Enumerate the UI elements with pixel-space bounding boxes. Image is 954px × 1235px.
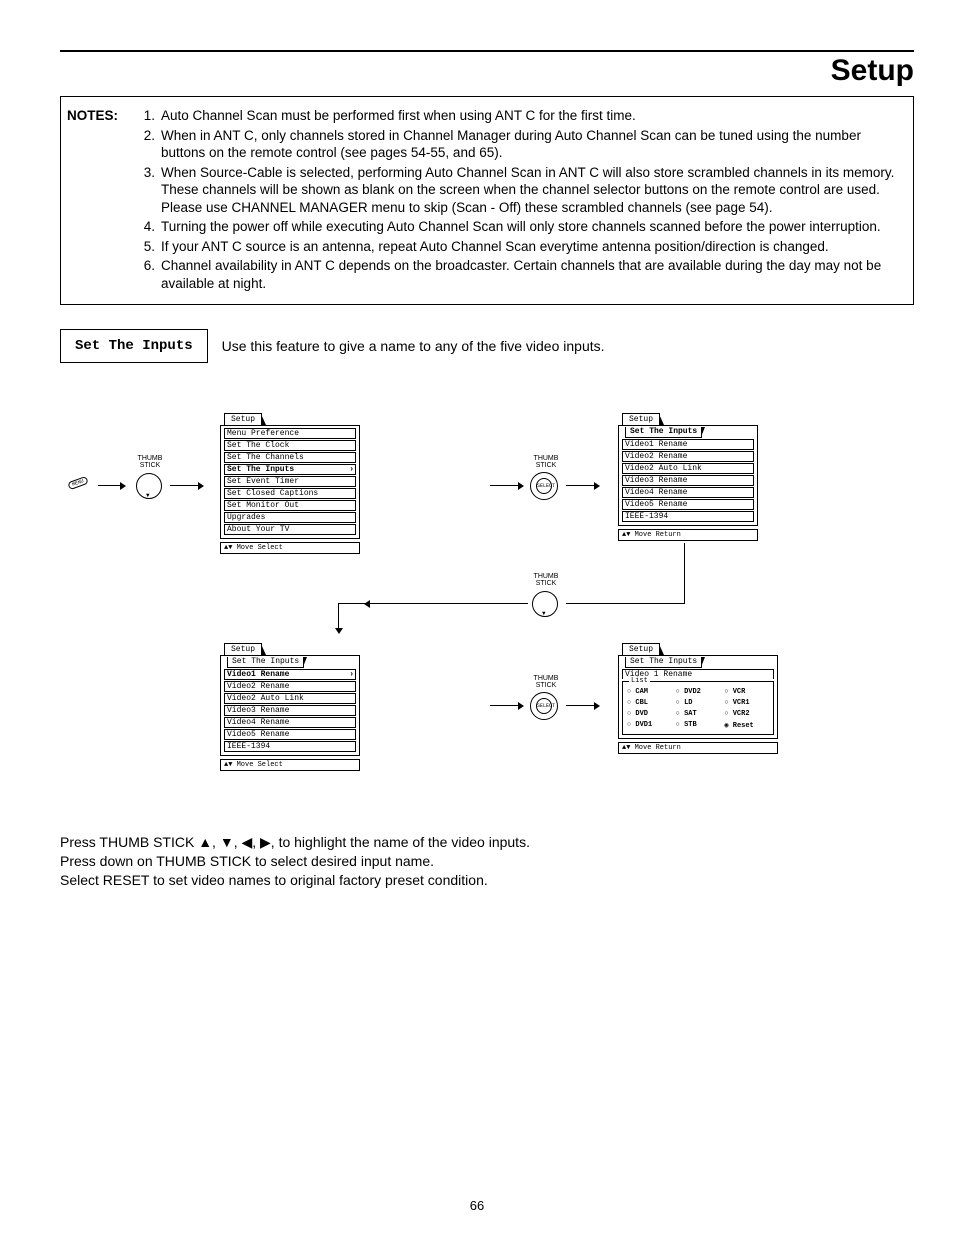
note-2: When in ANT C, only channels stored in C…	[161, 127, 901, 162]
menu-flow-diagram: MENU THUMB STICK ▼ Setup Menu Preference…	[60, 413, 914, 803]
notes-box: NOTES: 1.Auto Channel Scan must be perfo…	[60, 96, 914, 305]
notes-label: NOTES:	[67, 107, 133, 294]
select-button-icon-2: SELECT	[530, 692, 558, 720]
page-title: Setup	[60, 54, 914, 88]
video1-rename-list: Setup Set The Inputs Video 1 Rename CAMD…	[618, 643, 778, 754]
page-number: 66	[0, 1198, 954, 1213]
note-4: Turning the power off while executing Au…	[161, 218, 901, 236]
header-rule	[60, 50, 914, 52]
note-5: If your ANT C source is an antenna, repe…	[161, 238, 901, 256]
thumb-stick-label-3: THUMB STICK	[529, 573, 563, 587]
select-button-icon: SELECT	[530, 472, 558, 500]
thumb-stick-label-4: THUMB STICK	[529, 675, 563, 689]
notes-list: 1.Auto Channel Scan must be performed fi…	[133, 107, 901, 294]
set-inputs-submenu-2	[220, 413, 360, 643]
description-text: Press THUMB STICK ▲, ▼, ◀, ▶, to highlig…	[60, 833, 914, 890]
menu-chip: MENU	[67, 476, 89, 490]
thumb-stick-label-1: THUMB STICK	[133, 455, 167, 469]
thumb-stick-icon: ▼	[136, 473, 162, 499]
thumb-stick-icon-2: ▼	[532, 591, 558, 617]
set-the-inputs-heading: Set The Inputs	[60, 329, 208, 363]
note-3: When Source-Cable is selected, performin…	[161, 164, 901, 217]
set-inputs-submenu: Setup Set The Inputs Video1 Rename Video…	[618, 413, 758, 541]
set-the-inputs-desc: Use this feature to give a name to any o…	[222, 338, 605, 354]
note-6: Channel availability in ANT C depends on…	[161, 257, 901, 292]
note-1: Auto Channel Scan must be performed firs…	[161, 107, 901, 125]
thumb-stick-label-2: THUMB STICK	[529, 455, 563, 469]
